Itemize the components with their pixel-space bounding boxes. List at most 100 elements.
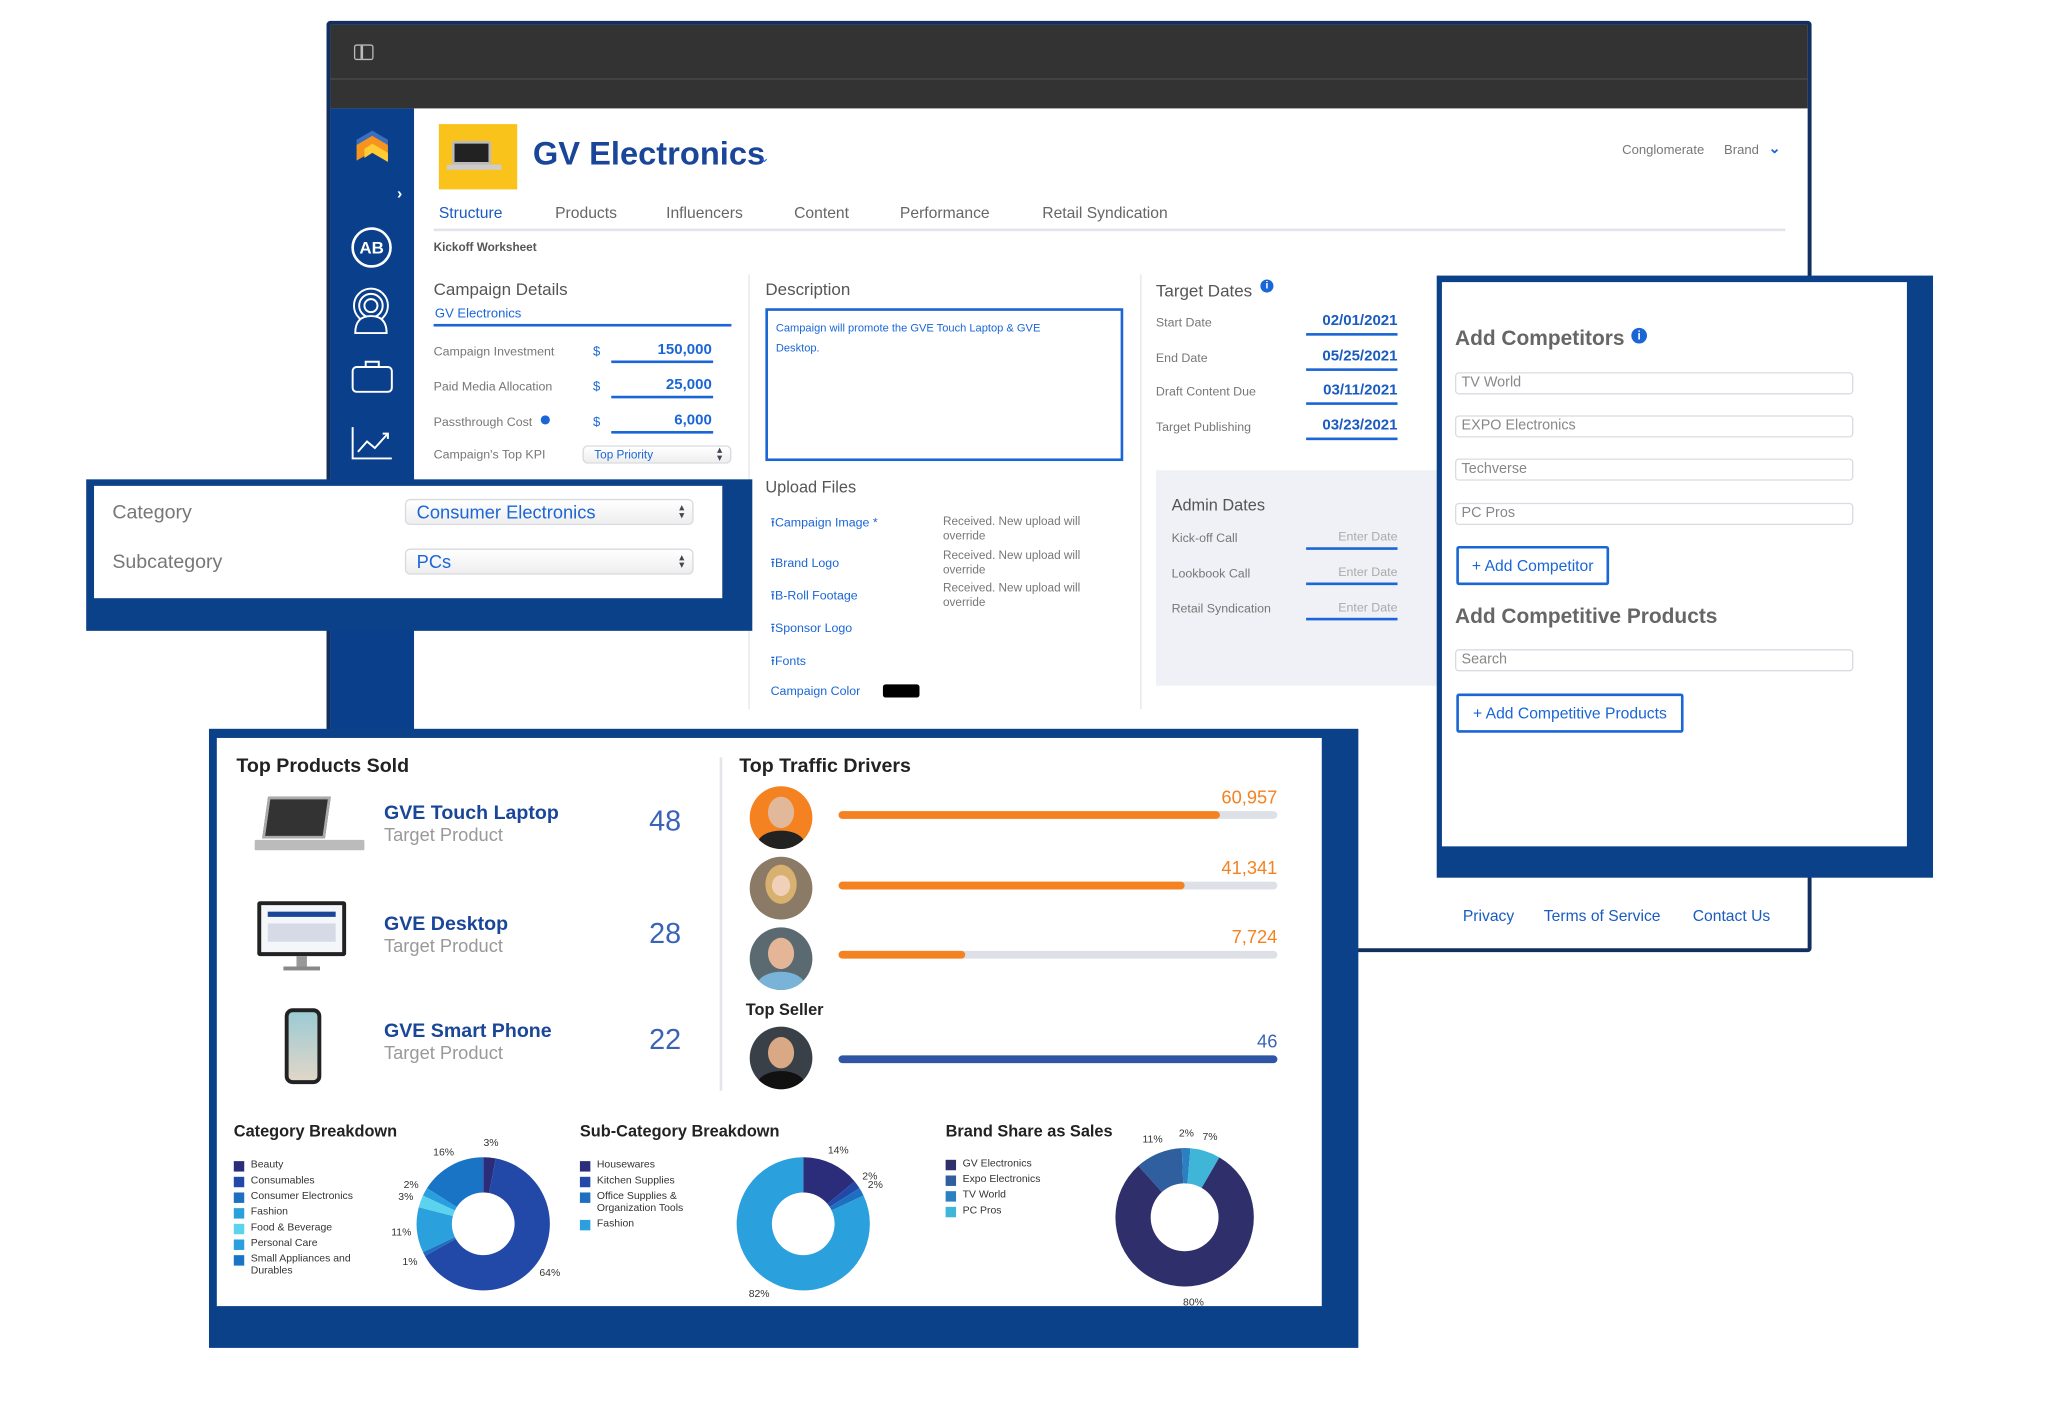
- product-count: 22: [649, 1022, 682, 1056]
- tab-retail-syndication[interactable]: Retail Syndication: [1042, 204, 1167, 222]
- info-icon[interactable]: i: [1631, 327, 1647, 344]
- campaign-investment-input[interactable]: 150,000: [658, 342, 712, 358]
- upload-brand-logo-link[interactable]: ⭱Brand Logo: [771, 554, 840, 575]
- kpi-select[interactable]: Top Priority ▴ ▾: [582, 445, 732, 464]
- product-count: 28: [649, 916, 682, 950]
- brand-title[interactable]: GV Electronics: [533, 136, 765, 174]
- driver-avatar[interactable]: [749, 927, 813, 991]
- upload-sponsor-logo-link[interactable]: ⭱Sponsor Logo: [771, 619, 853, 640]
- legend-swatch: [945, 1175, 957, 1186]
- legend-item: Office Supplies & Organization Tools: [579, 1190, 711, 1217]
- end-date-input[interactable]: 05/25/2021: [1322, 349, 1397, 365]
- legend-swatch: [233, 1239, 245, 1250]
- top-seller-avatar[interactable]: [749, 1026, 813, 1090]
- upload-b-roll-link[interactable]: ⭱B-Roll Footage: [771, 586, 858, 607]
- competitor-input[interactable]: EXPO Electronics: [1454, 415, 1854, 438]
- product-name[interactable]: GVE Touch Laptop: [384, 802, 559, 824]
- campaign-color-swatch[interactable]: [882, 684, 920, 698]
- avatar-ab-icon[interactable]: AB: [351, 227, 392, 268]
- product-subtitle: Target Product: [383, 1042, 503, 1064]
- driver-value: 60,957: [1221, 786, 1278, 808]
- product-name[interactable]: GVE Desktop: [384, 913, 508, 935]
- add-competitive-products-button[interactable]: + Add Competitive Products: [1456, 693, 1684, 733]
- campaign-color-label: Campaign Color: [770, 684, 861, 699]
- tab-structure[interactable]: Structure: [439, 204, 503, 222]
- legend-item: Food & Beverage: [233, 1221, 365, 1237]
- driver-avatar[interactable]: [749, 856, 813, 920]
- legend-label: Beauty: [250, 1158, 284, 1171]
- legend-label: PC Pros: [962, 1204, 1002, 1216]
- influencer-icon[interactable]: [350, 287, 392, 335]
- category-select[interactable]: Consumer Electronics ▴ ▾: [404, 498, 694, 526]
- target-publishing-input[interactable]: 03/23/2021: [1322, 418, 1397, 434]
- competitor-input[interactable]: PC Pros: [1454, 502, 1854, 526]
- app-logo-icon[interactable]: [351, 127, 393, 169]
- slice-label: 2%: [868, 1180, 883, 1191]
- legend-swatch: [233, 1223, 245, 1235]
- top-seller-heading: Top Seller: [745, 1000, 824, 1019]
- brand-selector[interactable]: Brand: [1724, 144, 1759, 158]
- product-name[interactable]: GVE Smart Phone: [384, 1020, 552, 1042]
- top-seller-progress-bar: [838, 1055, 1278, 1064]
- slice-label: 64%: [539, 1268, 560, 1279]
- sidebar: › AB: [330, 108, 415, 736]
- draft-content-due-input[interactable]: 03/11/2021: [1323, 383, 1397, 399]
- description-textarea[interactable]: Campaign will promote the GVE Touch Lapt…: [765, 308, 1124, 462]
- admin-dates-heading: Admin Dates: [1171, 496, 1266, 515]
- expand-chevron-icon[interactable]: ›: [397, 184, 402, 202]
- brand-chevron-down-icon[interactable]: ⌄: [759, 152, 770, 166]
- tab-products[interactable]: Products: [555, 204, 617, 222]
- brand-selector-chevron-icon[interactable]: ⌄: [1768, 140, 1780, 157]
- upload-status: Received. New upload will override: [943, 548, 1081, 576]
- slice-label: 7%: [1202, 1132, 1217, 1143]
- kickoff-call-input[interactable]: Enter Date: [1338, 530, 1397, 544]
- driver-avatar[interactable]: [749, 786, 813, 849]
- sidebar-toggle-icon[interactable]: [353, 44, 374, 61]
- conglomerate-link[interactable]: Conglomerate: [1622, 144, 1704, 158]
- legend-item: Personal Care: [233, 1237, 365, 1253]
- contact-link[interactable]: Contact Us: [1693, 906, 1771, 924]
- slice-label: 80%: [1183, 1298, 1204, 1309]
- briefcase-icon[interactable]: [351, 359, 393, 393]
- info-icon[interactable]: [540, 415, 550, 425]
- legend-swatch: [945, 1206, 957, 1218]
- passthrough-cost-input[interactable]: 6,000: [674, 413, 712, 429]
- lookbook-call-input[interactable]: Enter Date: [1338, 566, 1397, 580]
- legend-label: Housewares: [596, 1158, 655, 1171]
- kpi-label: Campaign's Top KPI: [433, 447, 546, 463]
- paid-media-input[interactable]: 25,000: [666, 377, 712, 393]
- info-icon[interactable]: i: [1260, 279, 1274, 293]
- legend-label: Fashion: [596, 1217, 635, 1230]
- terms-link[interactable]: Terms of Service: [1544, 906, 1661, 924]
- legend-item: Fashion: [233, 1206, 365, 1222]
- slice-label: 1%: [402, 1257, 417, 1268]
- upload-status: Received. New upload will override: [943, 581, 1081, 609]
- slice-label: 82%: [749, 1289, 770, 1300]
- legend-swatch: [945, 1159, 957, 1171]
- top-seller-value: 46: [1257, 1030, 1278, 1052]
- driver-value: 7,724: [1231, 926, 1278, 947]
- competitor-input[interactable]: TV World: [1454, 372, 1854, 395]
- upload-campaign-image-link[interactable]: ⭱Campaign Image *: [771, 513, 878, 534]
- legend-item: Kitchen Supplies: [579, 1174, 711, 1190]
- driver-bar-fill: [838, 950, 966, 959]
- analytics-icon[interactable]: [351, 426, 393, 460]
- privacy-link[interactable]: Privacy: [1463, 906, 1514, 924]
- subcategory-select[interactable]: PCs ▴ ▾: [404, 548, 694, 575]
- tab-performance[interactable]: Performance: [900, 204, 990, 222]
- competitive-products-search[interactable]: Search: [1454, 649, 1854, 672]
- top-seller-bar-fill: [838, 1055, 1278, 1064]
- legend-item: Fashion: [579, 1217, 711, 1233]
- upload-fonts-link[interactable]: ⭱Fonts: [771, 652, 806, 673]
- start-date-input[interactable]: 02/01/2021: [1322, 313, 1397, 329]
- campaign-brand-field[interactable]: GV Electronics: [435, 307, 521, 321]
- dashboard-divider: [719, 757, 723, 1091]
- legend-swatch: [233, 1208, 245, 1219]
- tab-content[interactable]: Content: [794, 204, 849, 222]
- retail-syndication-input[interactable]: Enter Date: [1338, 601, 1397, 615]
- add-competitor-button[interactable]: + Add Competitor: [1456, 545, 1610, 586]
- brand-share-donut-chart: 80% 11% 2% 7%: [1115, 1128, 1254, 1309]
- competitor-input[interactable]: Techverse: [1454, 458, 1854, 481]
- tab-influencers[interactable]: Influencers: [666, 204, 743, 222]
- legend-swatch: [945, 1191, 957, 1202]
